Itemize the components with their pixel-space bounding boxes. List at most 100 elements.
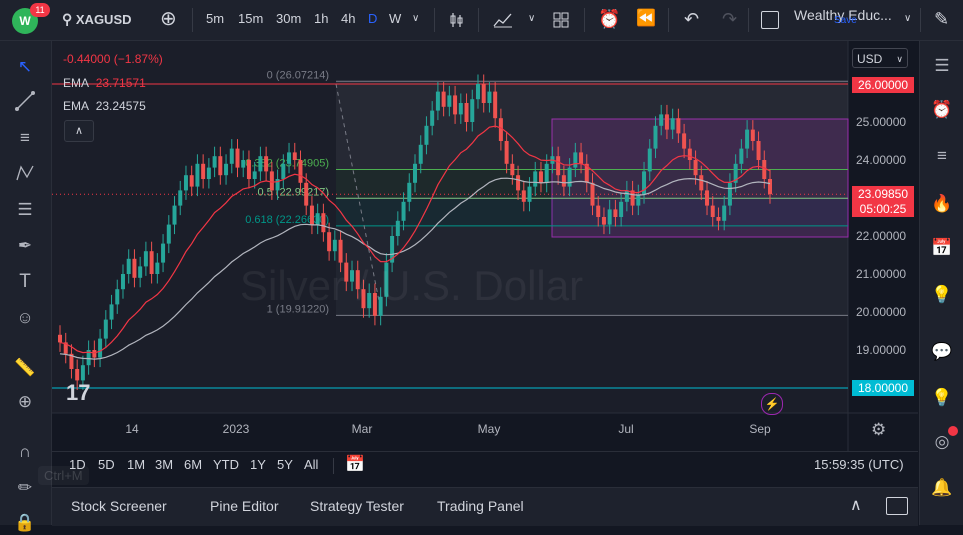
save-label[interactable]: Save bbox=[834, 14, 857, 28]
resistance-price-label: 26.00000 bbox=[852, 77, 914, 93]
interval-5m[interactable]: 5m bbox=[206, 0, 224, 40]
symbol-search-button[interactable]: ⚲ XAGUSD bbox=[62, 0, 132, 40]
candle-body bbox=[149, 251, 154, 274]
candle-body bbox=[115, 289, 120, 305]
zoom-icon[interactable]: ⊕ bbox=[13, 390, 37, 414]
interval-1h[interactable]: 1h bbox=[314, 0, 328, 40]
layouts-button[interactable] bbox=[552, 0, 570, 40]
ema-value: 23.24575 bbox=[95, 99, 146, 113]
news-icon[interactable]: ≡ bbox=[929, 143, 955, 169]
chevron-down-icon[interactable]: ∨ bbox=[528, 0, 535, 40]
candle-body bbox=[567, 167, 572, 187]
interval-15m[interactable]: 15m bbox=[238, 0, 263, 40]
compare-symbol-button[interactable]: ⊕ bbox=[160, 0, 177, 40]
tab-pine-editor[interactable]: Pine Editor bbox=[210, 488, 278, 524]
alert-button[interactable]: ⏰ bbox=[598, 0, 620, 40]
currency-selector[interactable]: USD ∨ bbox=[852, 48, 908, 68]
candle-body bbox=[687, 148, 692, 160]
currency-label: USD bbox=[857, 52, 883, 66]
chevron-down-icon[interactable]: ∨ bbox=[412, 0, 419, 40]
go-to-date-icon[interactable]: 📅 bbox=[345, 452, 365, 480]
brush-icon[interactable]: ✒ bbox=[13, 234, 37, 258]
candle-body bbox=[98, 338, 103, 358]
alarm-icon[interactable]: ⏰ bbox=[929, 97, 955, 123]
interval-30m[interactable]: 30m bbox=[276, 0, 301, 40]
tab-strategy-tester[interactable]: Strategy Tester bbox=[310, 488, 404, 524]
candle-body bbox=[544, 163, 549, 183]
candle-body bbox=[206, 167, 211, 179]
candle-body bbox=[178, 190, 183, 206]
measure-icon[interactable]: ☰ bbox=[13, 198, 37, 222]
candle-body bbox=[338, 239, 343, 263]
candle-body bbox=[624, 190, 629, 202]
candle-body bbox=[573, 152, 578, 168]
cursor-icon[interactable]: ↖ bbox=[13, 55, 37, 79]
chevron-down-icon[interactable]: ∨ bbox=[904, 0, 911, 40]
notifications-icon[interactable]: 🔔 bbox=[929, 475, 955, 501]
candle-body bbox=[762, 160, 767, 179]
chart-pane[interactable]: 0 (26.07214)0.382 (23.74905)0.5 (22.9921… bbox=[52, 41, 918, 451]
emoji-icon[interactable]: ☺ bbox=[13, 306, 37, 330]
tab-trading-panel[interactable]: Trading Panel bbox=[437, 488, 524, 524]
text-icon[interactable]: T bbox=[13, 270, 37, 294]
fib-icon[interactable]: ≡ bbox=[13, 126, 37, 150]
range-all[interactable]: All bbox=[304, 452, 318, 480]
replay-button[interactable]: ⏪ bbox=[636, 0, 656, 40]
candle-body bbox=[269, 171, 274, 191]
interval-w[interactable]: W bbox=[389, 0, 401, 40]
streams-icon[interactable]: 💡 bbox=[929, 385, 955, 411]
candle-body bbox=[315, 213, 320, 225]
ideas-icon[interactable]: 💡 bbox=[929, 282, 955, 308]
pencil-lock-icon[interactable]: ✏ bbox=[13, 476, 37, 500]
range-1y[interactable]: 1Y bbox=[250, 452, 266, 480]
range-toolbar: 1D 5D 1M 3M 6M YTD 1Y 5Y All 📅 15:59:35 … bbox=[52, 451, 918, 482]
alert-dot bbox=[948, 426, 958, 436]
ema-label: EMA bbox=[63, 76, 89, 90]
interval-4h[interactable]: 4h bbox=[341, 0, 355, 40]
candle-body bbox=[413, 163, 417, 183]
pencil-icon[interactable]: ✎ bbox=[934, 0, 949, 40]
shortcut-hint: Ctrl+M bbox=[38, 466, 89, 485]
utc-clock[interactable]: 15:59:35 (UTC) bbox=[814, 452, 904, 480]
maximize-panel-icon[interactable] bbox=[886, 497, 908, 515]
candle-body bbox=[395, 220, 400, 236]
range-5d[interactable]: 5D bbox=[98, 452, 115, 480]
range-ytd[interactable]: YTD bbox=[213, 452, 239, 480]
divider bbox=[333, 458, 334, 474]
candle-body bbox=[252, 171, 257, 179]
candle-body bbox=[155, 262, 160, 274]
fullscreen-icon[interactable] bbox=[761, 11, 779, 29]
chat-icon[interactable]: 💬 bbox=[929, 339, 955, 365]
collapse-legend-button[interactable]: ∧ bbox=[64, 120, 94, 142]
range-6m[interactable]: 6M bbox=[184, 452, 202, 480]
interval-d[interactable]: D bbox=[368, 0, 377, 40]
divider bbox=[192, 8, 193, 32]
hotlist-icon[interactable]: 🔥 bbox=[929, 191, 955, 217]
price-chart[interactable]: 0 (26.07214)0.382 (23.74905)0.5 (22.9921… bbox=[52, 41, 918, 451]
settings-gear-icon[interactable]: ⚙ bbox=[871, 420, 886, 440]
chart-type-button[interactable] bbox=[448, 0, 466, 40]
range-3m[interactable]: 3M bbox=[155, 452, 173, 480]
pattern-icon[interactable] bbox=[13, 162, 37, 186]
watchlist-icon[interactable]: ☰ bbox=[929, 53, 955, 79]
redo-button[interactable]: ↷ bbox=[722, 0, 737, 40]
undo-button[interactable]: ↶ bbox=[684, 0, 699, 40]
range-5y[interactable]: 5Y bbox=[277, 452, 293, 480]
candle-body bbox=[516, 175, 521, 191]
tradingview-logo[interactable]: 17 bbox=[66, 380, 90, 406]
lightning-icon[interactable]: ⚡ bbox=[761, 393, 783, 415]
candle-body bbox=[453, 95, 458, 115]
magnet-icon[interactable]: ∩ bbox=[13, 440, 37, 464]
tab-stock-screener[interactable]: Stock Screener bbox=[71, 488, 167, 524]
indicators-button[interactable] bbox=[492, 0, 514, 40]
ema-legend-2: EMA 23.24575 bbox=[63, 99, 146, 113]
lock-icon[interactable]: 🔒 bbox=[13, 511, 37, 535]
candle-body bbox=[195, 163, 200, 187]
ruler-icon[interactable]: 📏 bbox=[13, 356, 37, 380]
trend-line-icon[interactable] bbox=[13, 90, 37, 114]
candle-body bbox=[161, 243, 166, 263]
range-1m[interactable]: 1M bbox=[127, 452, 145, 480]
calendar-icon[interactable]: 📅 bbox=[929, 235, 955, 261]
chevron-up-icon[interactable]: ∧ bbox=[850, 488, 862, 524]
redo-icon: ↷ bbox=[722, 9, 738, 29]
